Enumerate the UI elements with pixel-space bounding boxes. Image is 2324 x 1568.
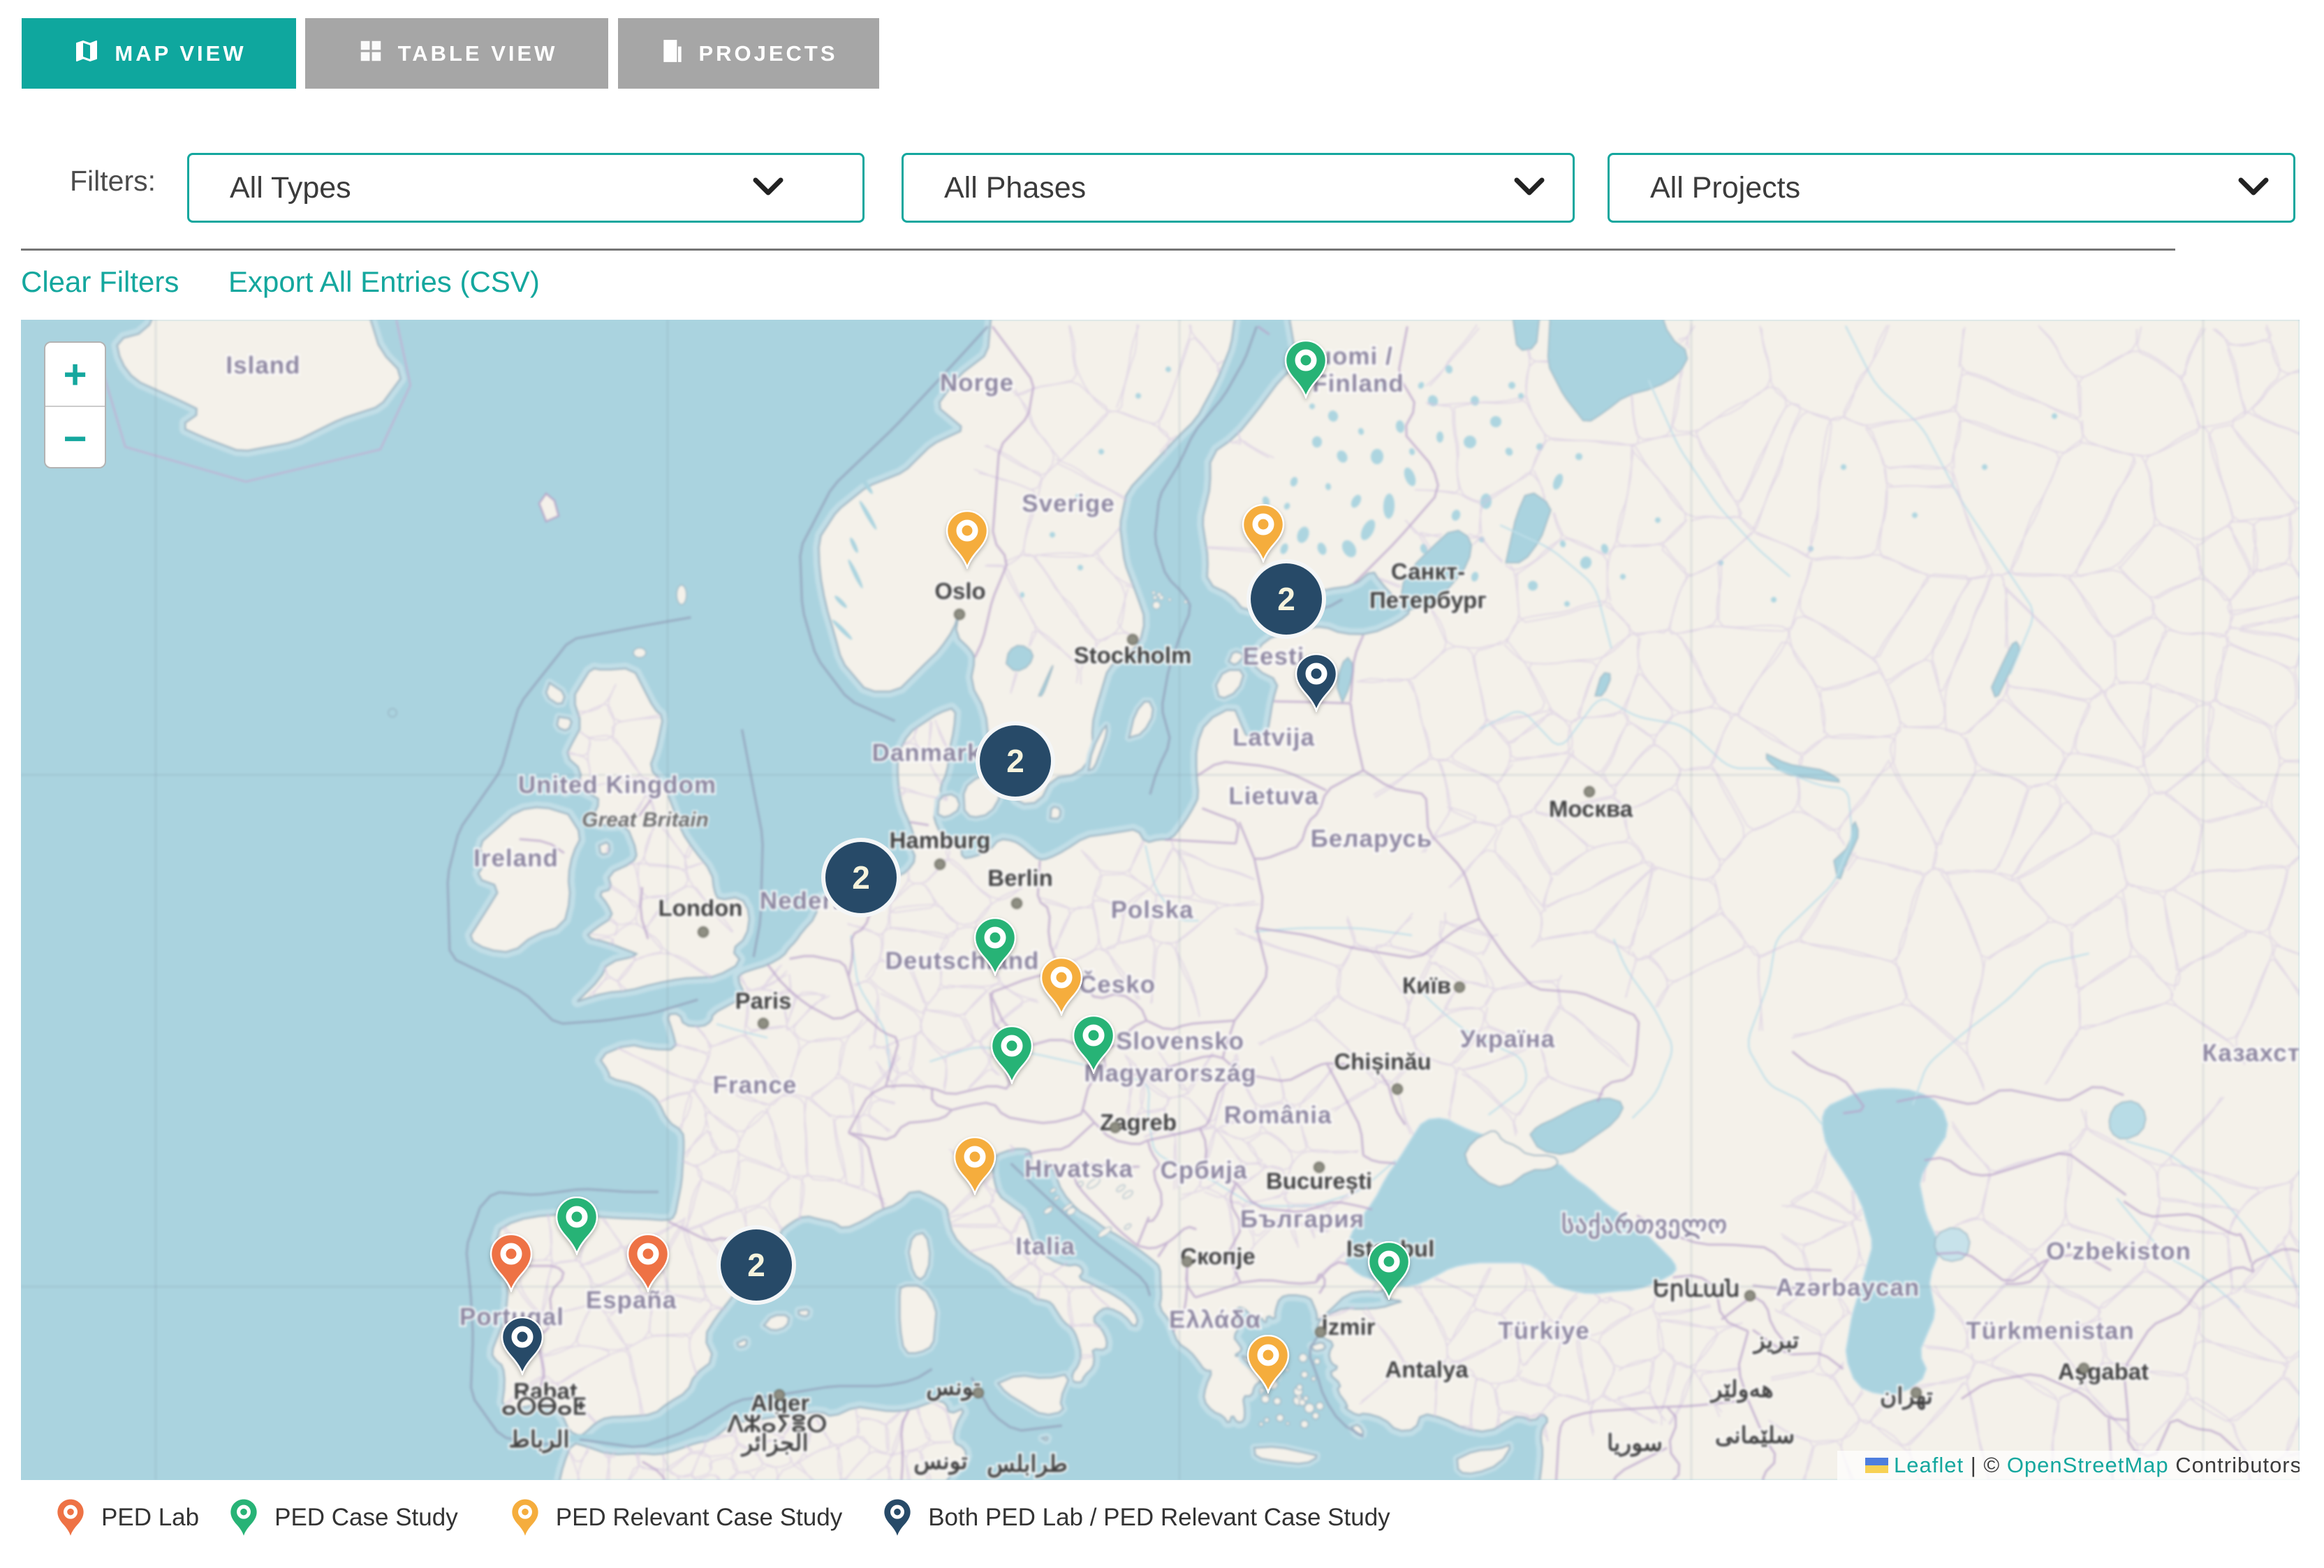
svg-text:Србија: Србија [1161, 1157, 1248, 1184]
svg-text:Sverige: Sverige [1022, 490, 1115, 517]
svg-text:Aşgabat: Aşgabat [2058, 1359, 2149, 1384]
svg-text:Chișinău: Chișinău [1334, 1049, 1431, 1075]
svg-text:Danmark: Danmark [872, 739, 982, 767]
svg-text:United Kingdom: United Kingdom [518, 771, 716, 799]
svg-text:Azərbaycan: Azərbaycan [1776, 1274, 1920, 1301]
svg-text:საქართველო: საქართველო [1561, 1211, 1728, 1239]
svg-text:Беларусь: Беларусь [1311, 825, 1433, 852]
svg-text:ⴰⵔⴱⴰⵟ: ⴰⵔⴱⴰⵟ [501, 1393, 587, 1419]
svg-text:Norge: Norge [940, 369, 1014, 397]
svg-text:تهران: تهران [1880, 1383, 1933, 1410]
svg-text:Ireland: Ireland [473, 845, 559, 872]
svg-text:Paris: Paris [735, 988, 792, 1014]
svg-text:الرباط: الرباط [508, 1426, 569, 1454]
svg-text:France: France [713, 1072, 797, 1099]
svg-text:Hrvatska: Hrvatska [1024, 1155, 1133, 1183]
svg-text:London: London [659, 895, 743, 921]
svg-text:سوريا: سوريا [1607, 1430, 1663, 1457]
svg-text:Berlin: Berlin [987, 865, 1053, 891]
svg-text:سلێمانی: سلێمانی [1715, 1422, 1795, 1448]
svg-text:Great Britain: Great Britain [582, 808, 709, 831]
svg-text:Slovensko: Slovensko [1116, 1028, 1244, 1055]
svg-text:تونس: تونس [913, 1448, 968, 1475]
svg-text:تونس: تونس [926, 1374, 980, 1401]
svg-text:Italia: Italia [1015, 1233, 1075, 1260]
svg-text:İzmir: İzmir [1321, 1314, 1375, 1340]
svg-text:O'zbekiston: O'zbekiston [2046, 1238, 2191, 1265]
svg-text:Polska: Polska [1111, 896, 1194, 924]
svg-text:Петербург: Петербург [1369, 587, 1487, 613]
svg-text:Türkiye: Türkiye [1498, 1317, 1590, 1345]
svg-text:Санкт-: Санкт- [1391, 559, 1465, 584]
svg-text:Київ: Київ [1402, 972, 1451, 998]
svg-text:تبریز: تبریز [1753, 1327, 1800, 1354]
svg-text:Скопје: Скопје [1180, 1243, 1256, 1269]
svg-text:الجزائر: الجزائر [740, 1430, 808, 1457]
svg-text:Казахстан: Казахстан [2202, 1040, 2300, 1067]
svg-text:Stockholm: Stockholm [1074, 642, 1192, 668]
svg-text:Česko: Česko [1079, 970, 1156, 998]
svg-text:Україна: Україна [1460, 1026, 1555, 1053]
svg-text:طرابلس: طرابلس [987, 1451, 1068, 1478]
svg-text:Hamburg: Hamburg [890, 827, 991, 853]
svg-text:България: България [1240, 1206, 1365, 1233]
svg-text:Antalya: Antalya [1385, 1356, 1469, 1382]
svg-text:Lietuva: Lietuva [1228, 783, 1319, 810]
svg-text:Москва: Москва [1549, 796, 1633, 822]
svg-text:România: România [1224, 1102, 1332, 1129]
svg-text:Երևան: Երևան [1653, 1275, 1740, 1302]
svg-text:هەولێر: هەولێر [1709, 1376, 1773, 1403]
svg-text:Türkmenistan: Türkmenistan [1966, 1317, 2135, 1345]
svg-text:Latvija: Latvija [1233, 724, 1315, 751]
svg-text:Ελλάδα: Ελλάδα [1169, 1306, 1261, 1333]
svg-text:Oslo: Oslo [934, 578, 985, 604]
svg-text:Island: Island [226, 352, 300, 379]
